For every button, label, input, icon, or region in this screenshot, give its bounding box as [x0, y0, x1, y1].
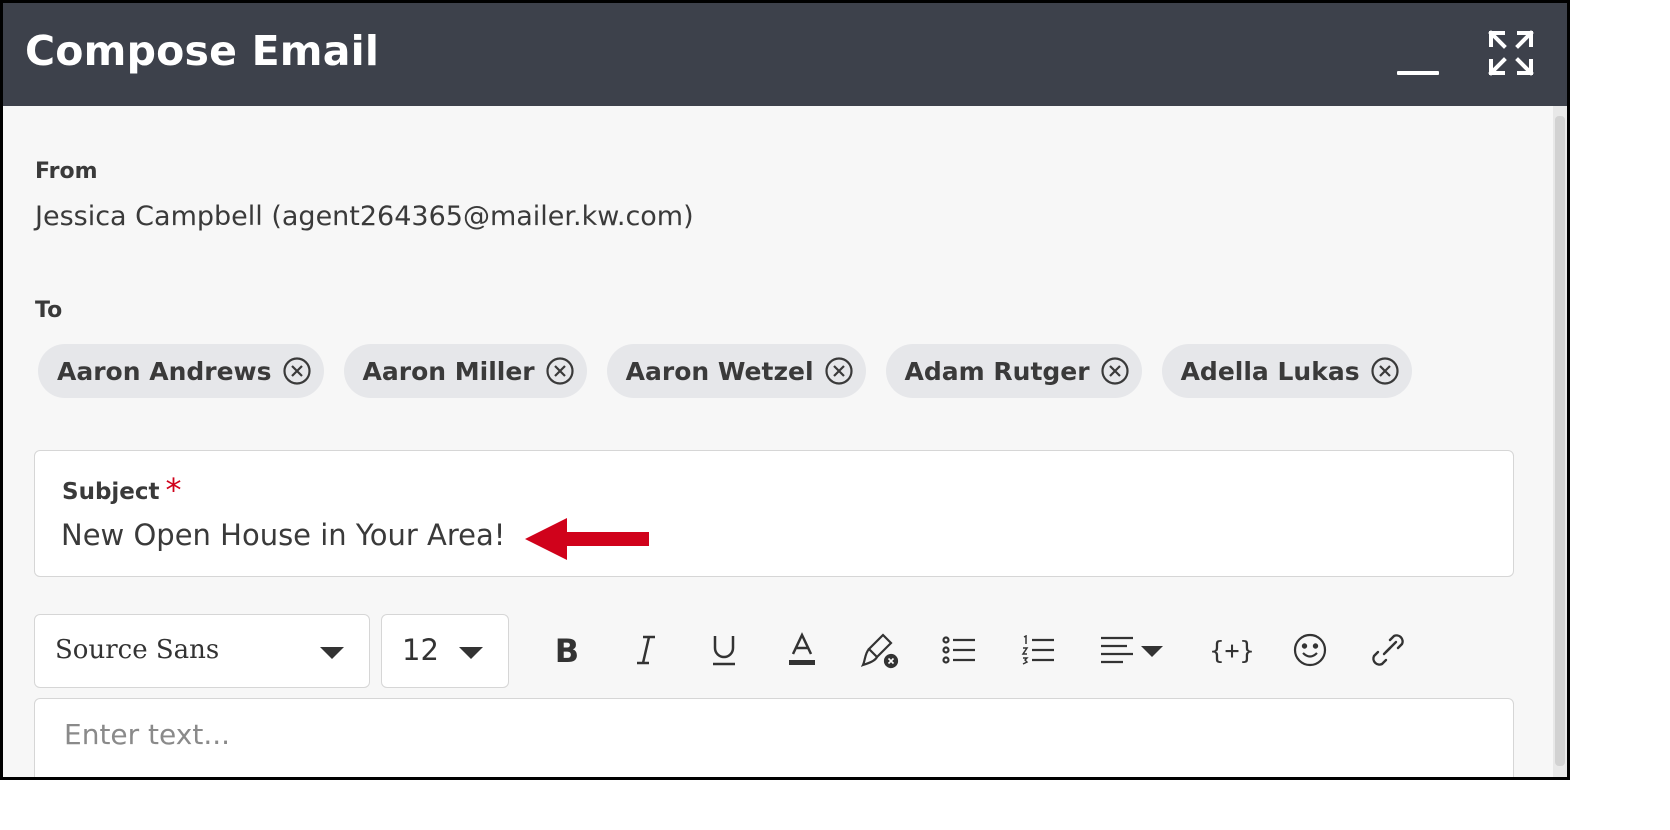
bulleted-list-button[interactable]: [939, 630, 979, 670]
bold-icon: B: [555, 634, 579, 666]
text-color-button[interactable]: [782, 630, 822, 670]
vertical-scrollbar[interactable]: [1553, 106, 1567, 777]
minimize-button[interactable]: [1393, 43, 1443, 83]
expand-button[interactable]: [1487, 29, 1535, 77]
scrollbar-thumb[interactable]: [1555, 116, 1565, 766]
font-family-value: Source Sans: [55, 635, 220, 665]
email-body-input[interactable]: [62, 713, 1466, 755]
italic-button[interactable]: [626, 630, 666, 670]
bold-button[interactable]: B: [547, 630, 587, 670]
remove-recipient-icon[interactable]: [824, 356, 854, 386]
remove-recipient-icon[interactable]: [1370, 356, 1400, 386]
link-icon: [1372, 634, 1404, 666]
bulleted-list-icon: [942, 636, 975, 664]
required-indicator: *: [165, 471, 182, 509]
align-dropdown-button[interactable]: [1097, 630, 1167, 670]
to-label: To: [35, 298, 63, 323]
text-color-icon: [789, 632, 815, 665]
remove-recipient-icon[interactable]: [545, 356, 575, 386]
font-size-select[interactable]: 12: [381, 614, 509, 688]
minimize-icon: [1397, 71, 1439, 75]
recipient-chip[interactable]: Adella Lukas: [1161, 344, 1412, 398]
numbered-list-icon: [1021, 635, 1054, 665]
clear-formatting-icon: [861, 633, 899, 669]
font-size-value: 12: [402, 633, 439, 667]
chevron-down-icon: [459, 647, 483, 659]
recipient-chip[interactable]: Aaron Miller: [343, 344, 587, 398]
font-family-select[interactable]: Source Sans: [34, 614, 370, 688]
subject-label: Subject *: [62, 471, 182, 509]
recipient-name: Adella Lukas: [1180, 356, 1360, 386]
window-title: Compose Email: [25, 27, 380, 75]
insert-variable-button[interactable]: {+}: [1209, 630, 1255, 670]
formatting-toolbar: Source Sans 12 B {+}: [34, 614, 1514, 688]
recipient-name: Aaron Miller: [362, 356, 535, 386]
emoji-icon: [1293, 633, 1327, 667]
underline-button[interactable]: [704, 630, 744, 670]
underline-icon: [713, 636, 735, 666]
remove-recipient-icon[interactable]: [1100, 356, 1130, 386]
recipient-chips: Aaron Andrews Aaron Miller Aaron Wetzel …: [38, 344, 1412, 398]
clear-formatting-button[interactable]: [860, 630, 900, 670]
italic-icon: [637, 635, 655, 665]
recipient-chip[interactable]: Adam Rutger: [885, 344, 1142, 398]
recipient-chip[interactable]: Aaron Andrews: [38, 344, 324, 398]
svg-text:B: B: [555, 634, 579, 666]
from-value: Jessica Campbell (agent264365@mailer.kw.…: [35, 201, 694, 232]
remove-recipient-icon[interactable]: [282, 356, 312, 386]
subject-field[interactable]: Subject *: [34, 450, 1514, 577]
align-left-icon: [1101, 636, 1163, 664]
recipient-name: Aaron Andrews: [57, 356, 272, 386]
recipient-name: Aaron Wetzel: [625, 356, 814, 386]
emoji-button[interactable]: [1290, 630, 1330, 670]
expand-icon: [1488, 30, 1534, 76]
compose-email-window: Compose Email From Jessica Campbell (age…: [0, 0, 1570, 780]
email-body-editor[interactable]: [34, 698, 1514, 777]
subject-label-text: Subject: [62, 479, 160, 505]
window-header: Compose Email: [3, 3, 1567, 106]
numbered-list-button[interactable]: [1018, 630, 1058, 670]
from-label: From: [35, 159, 98, 184]
chevron-down-icon: [320, 647, 344, 659]
recipient-chip[interactable]: Aaron Wetzel: [606, 344, 866, 398]
subject-input[interactable]: [61, 515, 531, 555]
recipient-name: Adam Rutger: [904, 356, 1090, 386]
red-arrow-icon: [525, 518, 649, 560]
insert-variable-icon: {+}: [1209, 635, 1255, 665]
insert-link-button[interactable]: [1368, 630, 1408, 670]
